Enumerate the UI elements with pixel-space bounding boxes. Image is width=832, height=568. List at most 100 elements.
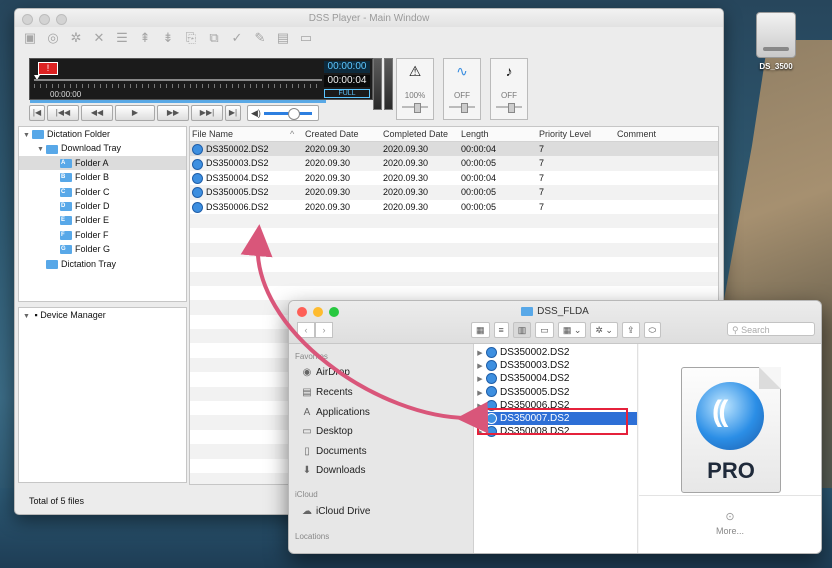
pen-icon[interactable]: ✎ <box>251 30 269 46</box>
search-input[interactable]: ⚲ Search <box>727 322 815 336</box>
list-icon[interactable]: ☰ <box>113 30 131 46</box>
settings-icon[interactable]: ✲ <box>67 30 85 46</box>
tree-item[interactable]: Dictation Tray <box>19 257 186 271</box>
volume-knob[interactable] <box>288 108 301 120</box>
finder-title-bar[interactable]: DSS_FLDA ‹ › ▦ ≡ ▥ ▭ ▦ ⌄ ✲ ⌄ ⇪ ⬭ ⚲ Searc… <box>289 301 821 344</box>
volume-slider[interactable]: ◀) <box>247 105 319 121</box>
tree-item[interactable]: G Folder G <box>19 242 186 256</box>
expand-arrow-icon[interactable]: ▶ <box>474 347 486 360</box>
tree-item[interactable]: C Folder C <box>19 185 186 199</box>
tree-item-label: Dictation Tray <box>61 258 117 269</box>
rewind-button[interactable]: ◀◀ <box>81 105 113 121</box>
table-row[interactable]: DS350003.DS2 2020.09.30 2020.09.30 00:00:05… <box>190 156 718 171</box>
group-button[interactable]: ▦ ⌄ <box>557 322 587 338</box>
noise-control[interactable]: ∿ OFF <box>443 58 481 120</box>
more-button[interactable]: More... <box>639 526 821 536</box>
tree-item[interactable]: B Folder B <box>19 170 186 184</box>
play-button[interactable]: ▶ <box>115 105 155 121</box>
column-comment[interactable]: Comment <box>617 129 656 139</box>
recents-icon: ▤ <box>302 387 312 398</box>
rewind-fast-button[interactable]: |◀◀ <box>47 105 79 121</box>
ds2-file-icon <box>192 187 203 199</box>
move-down-icon[interactable]: ⇟ <box>159 30 177 46</box>
send-icon[interactable]: ⎘ <box>182 30 200 46</box>
folder-icon <box>46 144 58 154</box>
tree-item[interactable]: ▼ Dictation Folder <box>19 127 186 141</box>
column-created-date[interactable]: Created Date <box>305 129 359 139</box>
next-button[interactable]: ▶▶| <box>191 105 223 121</box>
cell-length: 00:00:05 <box>461 200 496 214</box>
back-button[interactable]: ‹ <box>297 322 315 338</box>
cell-completed-date-text: 2020.09.30 <box>383 158 429 169</box>
sidebar-item-recents[interactable]: ▤ Recents <box>301 387 352 398</box>
column-file-name[interactable]: File Name <box>192 129 233 139</box>
noise-slider[interactable] <box>449 103 475 113</box>
finder-file-item[interactable]: ▶ DS350002.DS2 <box>474 346 637 359</box>
cell-completed-date-text: 2020.09.30 <box>383 172 429 183</box>
fast-forward-button[interactable]: ▶▶ <box>157 105 189 121</box>
cell-file-name: DS350005.DS2 <box>192 185 269 199</box>
forward-button[interactable]: › <box>315 322 333 338</box>
position-track[interactable] <box>34 79 322 81</box>
move-up-icon[interactable]: ⇞ <box>136 30 154 46</box>
download-icon[interactable]: ◎ <box>44 30 62 46</box>
tree-item[interactable]: A Folder A <box>19 155 186 171</box>
share-icon[interactable]: ⇪ <box>621 322 640 338</box>
speed-slider[interactable] <box>402 103 428 113</box>
tag-icon[interactable]: ⬭ <box>643 322 662 338</box>
sidebar-item-icloud-drive[interactable]: ☁ iCloud Drive <box>301 506 370 517</box>
cell-created-date: 2020.09.30 <box>305 200 350 214</box>
tree-item-label: Dictation Folder <box>47 129 111 139</box>
tone-slider[interactable] <box>496 103 522 113</box>
tree-item[interactable]: F Folder F <box>19 228 186 242</box>
more-icon[interactable]: ⊙ <box>639 510 821 523</box>
expand-arrow-icon[interactable]: ▶ <box>474 387 486 400</box>
last-button[interactable]: ▶| <box>225 105 241 121</box>
finder-file-item[interactable]: ▶ DS350003.DS2 <box>474 359 637 372</box>
finder-file-item[interactable]: ▶ DS350005.DS2 <box>474 386 637 399</box>
column-completed-date[interactable]: Completed Date <box>383 129 448 139</box>
document-icon[interactable]: ▤ <box>274 30 292 46</box>
table-row[interactable]: DS350004.DS2 2020.09.30 2020.09.30 00:00:04… <box>190 171 718 185</box>
column-priority-level[interactable]: Priority Level <box>539 129 591 139</box>
column-view-button[interactable]: ▥ <box>512 322 532 338</box>
tree-item[interactable]: D Folder D <box>19 199 186 213</box>
sidebar-item-documents[interactable]: ▯ Documents <box>301 446 366 457</box>
delete-icon[interactable]: ✕ <box>90 30 108 46</box>
table-row[interactable]: DS350005.DS2 2020.09.30 2020.09.30 00:00:05… <box>190 185 718 200</box>
noise-value: OFF <box>454 91 470 100</box>
copy-icon[interactable]: ⧉ <box>205 30 223 46</box>
tree-item[interactable]: ▼ Download Tray <box>19 141 186 155</box>
disclosure-triangle-icon[interactable]: ▼ <box>23 310 32 324</box>
gallery-view-button[interactable]: ▭ <box>535 322 554 338</box>
folder-icon[interactable]: ▭ <box>297 30 315 46</box>
table-row[interactable]: DS350006.DS2 2020.09.30 2020.09.30 00:00:05… <box>190 200 718 214</box>
expand-arrow-icon[interactable]: ▶ <box>474 360 486 373</box>
tree-item-label: Folder G <box>75 244 111 255</box>
finder-file-name: DS350004.DS2 <box>500 373 570 385</box>
cell-priority-level-text: 7 <box>539 144 545 154</box>
check-icon[interactable]: ✓ <box>228 30 246 46</box>
new-file-icon[interactable]: ▣ <box>21 30 39 46</box>
table-row[interactable]: DS350002.DS2 2020.09.30 2020.09.30 00:00:04… <box>190 142 718 157</box>
sidebar-item-downloads[interactable]: ⬇ Downloads <box>301 465 366 476</box>
title-bar[interactable]: DSS Player - Main Window <box>15 9 723 27</box>
tree-item[interactable]: E Folder E <box>19 213 186 227</box>
sort-indicator[interactable]: ^ <box>290 129 294 139</box>
device-manager-item[interactable]: ▼ ▪ Device Manager <box>19 308 186 322</box>
finder-file-item[interactable]: ▶ DS350004.DS2 <box>474 372 637 385</box>
tone-control[interactable]: ♪ OFF <box>490 58 528 120</box>
icon-view-button[interactable]: ▦ <box>471 322 490 338</box>
action-gear-icon[interactable]: ✲ ⌄ <box>590 322 618 338</box>
cell-created-date: 2020.09.30 <box>305 156 350 170</box>
expand-arrow-icon[interactable]: ▶ <box>474 373 486 386</box>
sidebar-item-desktop[interactable]: ▭ Desktop <box>301 426 352 437</box>
sidebar-item-airdrop[interactable]: ◉ AirDrop <box>301 367 350 378</box>
column-length[interactable]: Length <box>461 129 489 139</box>
first-button[interactable]: |◀ <box>29 105 45 121</box>
desktop-drive[interactable]: DS_3500 <box>748 12 804 71</box>
speed-control[interactable]: ⚠ 100% <box>396 58 434 120</box>
sidebar-item-applications[interactable]: A Applications <box>301 407 370 418</box>
list-view-button[interactable]: ≡ <box>493 322 509 338</box>
cell-completed-date: 2020.09.30 <box>383 156 428 170</box>
